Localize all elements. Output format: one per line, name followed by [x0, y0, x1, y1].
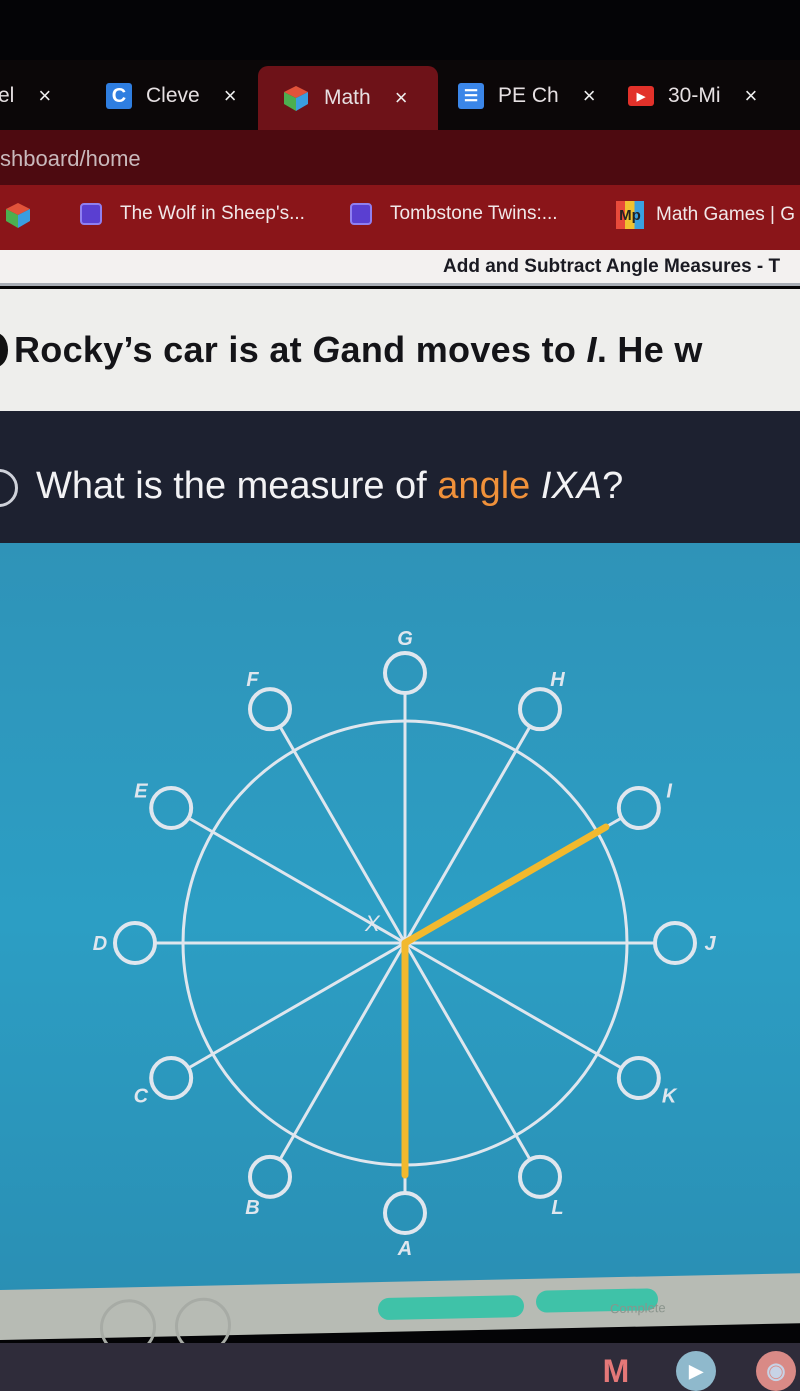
highlight-ray-i	[401, 823, 610, 947]
node-e[interactable]	[149, 786, 194, 830]
node-j[interactable]	[653, 921, 697, 965]
tab-label: Math	[324, 86, 371, 109]
center-label-x: X	[364, 911, 381, 936]
node-g[interactable]	[383, 651, 427, 695]
docs-icon: ☰	[458, 83, 484, 109]
label-f: F	[246, 669, 259, 691]
bookmark-math[interactable]	[4, 201, 32, 229]
label-l: L	[551, 1197, 563, 1219]
node-h[interactable]	[518, 687, 562, 732]
node-b[interactable]	[248, 1154, 292, 1199]
story-text: Rocky’s car is at Gand moves to I. He w	[14, 329, 703, 370]
meet-icon[interactable]: ▶	[676, 1351, 716, 1391]
question-panel: What is the measure of angle IXA?	[0, 411, 800, 543]
bookmark-math-games[interactable]: Mp Math Games | G	[616, 201, 795, 229]
address-bar[interactable]: shboard/home	[0, 130, 800, 185]
bookmarks-bar: The Wolf in Sheep's... Tombstone Twins:.…	[0, 185, 800, 250]
wheel-diagram: A B C D E F G H I J K L X	[93, 628, 717, 1260]
bookmark-tombstone[interactable]: Tombstone Twins:...	[350, 203, 558, 225]
angle-keyword[interactable]: angle	[437, 465, 530, 507]
angle-diagram: A B C D E F G H I J K L X	[0, 543, 800, 1295]
tab-strip: el × C Cleve × Math × ☰ PE Ch × ▶ 30-Mi …	[0, 60, 800, 130]
gmail-icon[interactable]: M	[596, 1351, 636, 1391]
tab-clever[interactable]: C Cleve ×	[106, 68, 237, 124]
book-icon	[350, 203, 372, 225]
tab-label: Cleve	[146, 84, 200, 107]
tab-math[interactable]: Math ×	[258, 66, 438, 130]
lesson-title: Add and Subtract Angle Measures - T	[443, 256, 781, 277]
label-a: A	[397, 1238, 412, 1260]
node-c[interactable]	[149, 1056, 194, 1100]
mathplayground-icon: Mp	[616, 201, 644, 229]
cube-icon	[6, 203, 30, 228]
bookmark-label: Math Games | G	[656, 204, 796, 225]
question-text: What is the measure of angle IXA?	[36, 465, 624, 507]
node-a[interactable]	[383, 1191, 427, 1235]
url-text[interactable]: shboard/home	[0, 146, 141, 172]
label-e: E	[134, 781, 148, 803]
node-i[interactable]	[616, 786, 661, 830]
spoke-k	[404, 941, 623, 1070]
close-icon[interactable]: ×	[745, 83, 758, 109]
label-g: G	[397, 628, 413, 650]
progress-segment	[378, 1295, 524, 1321]
tab-label: 30-Mi	[668, 84, 721, 107]
node-d[interactable]	[113, 921, 157, 965]
spoke-l	[403, 942, 532, 1161]
close-icon[interactable]: ×	[224, 83, 237, 109]
label-k: K	[662, 1086, 678, 1108]
label-j: J	[704, 933, 716, 955]
close-icon[interactable]: ×	[583, 83, 596, 109]
spoke-f	[278, 725, 407, 944]
spoke-b	[278, 942, 407, 1161]
tab-label: PE Ch	[498, 84, 559, 107]
bookmark-label: The Wolf in Sheep's...	[120, 203, 305, 224]
progress-status: Complete	[610, 1300, 666, 1317]
os-shelf: M ▶ ◉	[0, 1343, 800, 1391]
bookmark-label: Tombstone Twins:...	[390, 203, 558, 224]
speaker-icon[interactable]	[0, 469, 18, 507]
lesson-title-bar: Add and Subtract Angle Measures - T	[0, 250, 800, 286]
tab-0[interactable]: el ×	[0, 68, 51, 124]
node-k[interactable]	[616, 1056, 661, 1100]
clever-icon: C	[106, 83, 132, 109]
chrome-icon[interactable]: ◉	[756, 1351, 796, 1391]
bookmark-wolf[interactable]: The Wolf in Sheep's...	[80, 203, 305, 225]
spoke-c	[187, 941, 406, 1070]
book-icon	[80, 203, 102, 225]
label-i: I	[666, 781, 672, 803]
close-icon[interactable]: ×	[395, 85, 408, 111]
youtube-icon: ▶	[628, 86, 654, 106]
story-panel: Rocky’s car is at Gand moves to I. He w	[0, 289, 800, 411]
audio-icon[interactable]	[0, 333, 8, 367]
node-f[interactable]	[248, 687, 292, 732]
tab-youtube[interactable]: ▶ 30-Mi ×	[628, 68, 757, 124]
close-icon[interactable]: ×	[38, 83, 51, 109]
cube-icon	[284, 86, 308, 111]
tab-label: el	[0, 84, 15, 107]
node-l[interactable]	[518, 1154, 562, 1199]
label-b: B	[245, 1197, 259, 1219]
label-h: H	[550, 669, 565, 691]
label-c: C	[134, 1086, 149, 1108]
label-d: D	[93, 933, 107, 955]
tab-pe[interactable]: ☰ PE Ch ×	[458, 68, 596, 124]
